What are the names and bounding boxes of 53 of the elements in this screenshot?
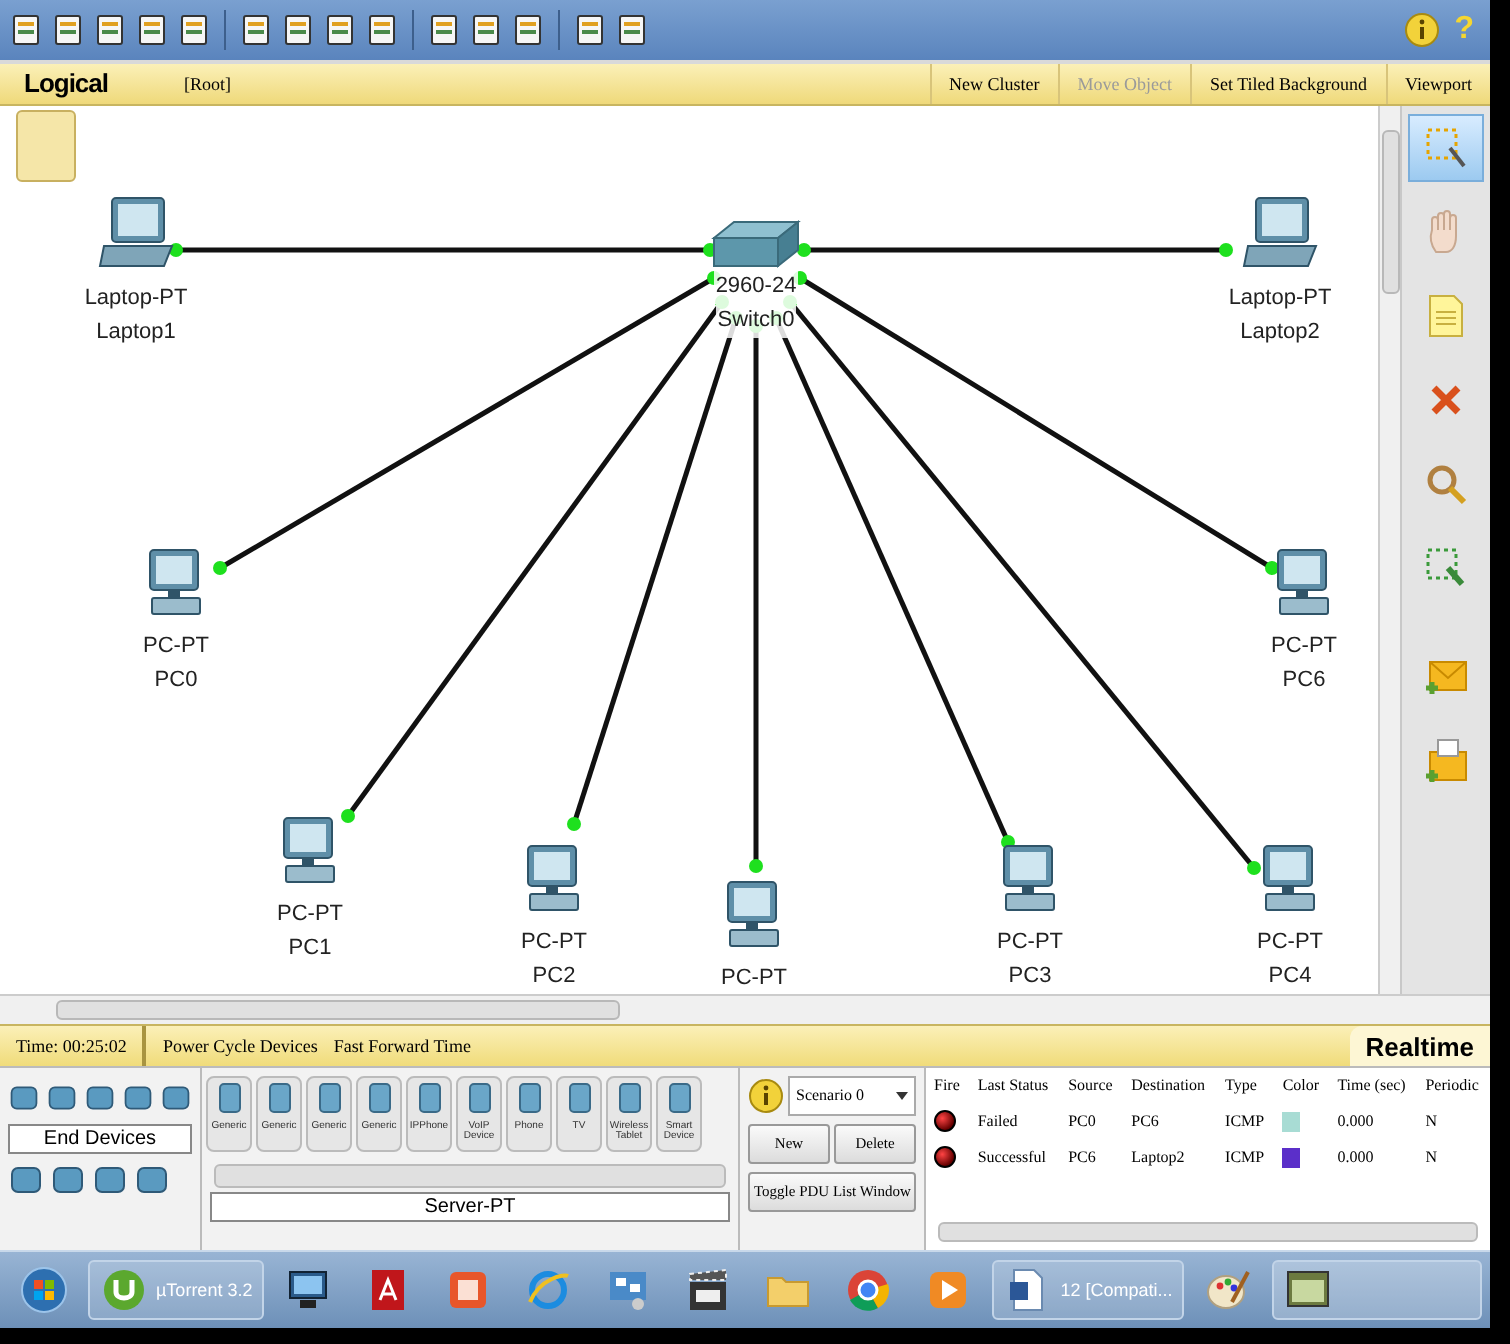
- horizontal-scrollbar[interactable]: [0, 994, 1490, 1025]
- table-cell-text: ICMP: [1223, 1110, 1267, 1135]
- column-header: Last Status: [975, 1074, 1051, 1099]
- table-cell-text: Laptop2: [1129, 1146, 1187, 1171]
- table-cell-text: PC6: [1066, 1146, 1098, 1171]
- chrome-icon: [844, 1266, 893, 1315]
- workspace-path: [Root]: [184, 73, 233, 94]
- column-header: Periodic: [1423, 1074, 1481, 1099]
- table-cell-text: ICMP: [1223, 1146, 1267, 1171]
- column-header: Time (sec): [1335, 1074, 1408, 1099]
- fire-light-icon[interactable]: [934, 1146, 956, 1169]
- table-cell-text: 0.000: [1335, 1110, 1376, 1135]
- realtime-mode-tab[interactable]: Realtime: [1349, 1026, 1490, 1066]
- device-name-label: Switch0: [715, 303, 797, 338]
- horizontal-scrollbar[interactable]: [938, 1222, 1478, 1243]
- table-cell-text: PC0: [1066, 1110, 1098, 1135]
- table-cell-text: 0.000: [1335, 1146, 1376, 1171]
- info-icon: [748, 1077, 784, 1114]
- column-header: Fire: [932, 1074, 962, 1099]
- taskbar-button[interactable]: [1272, 1260, 1482, 1321]
- selected-model-label: Server-PT: [210, 1191, 730, 1222]
- utorrent-icon: [100, 1266, 148, 1315]
- globe-icon: [524, 1266, 573, 1315]
- time-action-link[interactable]: Fast Forward Time: [317, 1036, 471, 1057]
- column-header: Type: [1223, 1074, 1259, 1099]
- fire-light-icon[interactable]: [934, 1110, 956, 1133]
- laptop-icon: [1240, 193, 1320, 270]
- table-cell-text: Failed: [975, 1110, 1020, 1135]
- table-cell-text: N: [1423, 1110, 1440, 1135]
- workspace-action[interactable]: New Cluster: [929, 63, 1058, 104]
- windows-orb-icon: [20, 1266, 68, 1315]
- table-cell-text: N: [1423, 1146, 1440, 1171]
- column-header: Color: [1280, 1074, 1322, 1099]
- time-action-link[interactable]: Power Cycle Devices: [146, 1036, 318, 1057]
- table-cell-text: PC6: [1129, 1110, 1161, 1135]
- dropdown-arrow-icon: [896, 1091, 908, 1100]
- device-category-label: End Devices: [8, 1123, 192, 1154]
- envelope-icon: [1422, 735, 1470, 784]
- resize-icon: [1422, 543, 1470, 592]
- workspace-action[interactable]: Set Tiled Background: [1190, 63, 1386, 104]
- horizontal-scrollbar[interactable]: [214, 1163, 726, 1188]
- laptop-icon: [96, 193, 176, 270]
- workspace-action[interactable]: Viewport: [1385, 63, 1490, 104]
- info-icon[interactable]: [1404, 11, 1441, 48]
- column-header: Destination: [1129, 1074, 1208, 1099]
- column-header: Source: [1066, 1074, 1115, 1099]
- scenario-dropdown[interactable]: Scenario 0: [788, 1075, 916, 1116]
- table-cell-text: Successful: [975, 1146, 1049, 1171]
- device-model-label: 2960-24: [713, 269, 799, 304]
- vertical-scrollbar[interactable]: [1378, 105, 1400, 995]
- workspace-mode-label[interactable]: Logical: [0, 68, 184, 99]
- select-icon: [1422, 123, 1470, 172]
- clapperboard-icon: [684, 1266, 733, 1315]
